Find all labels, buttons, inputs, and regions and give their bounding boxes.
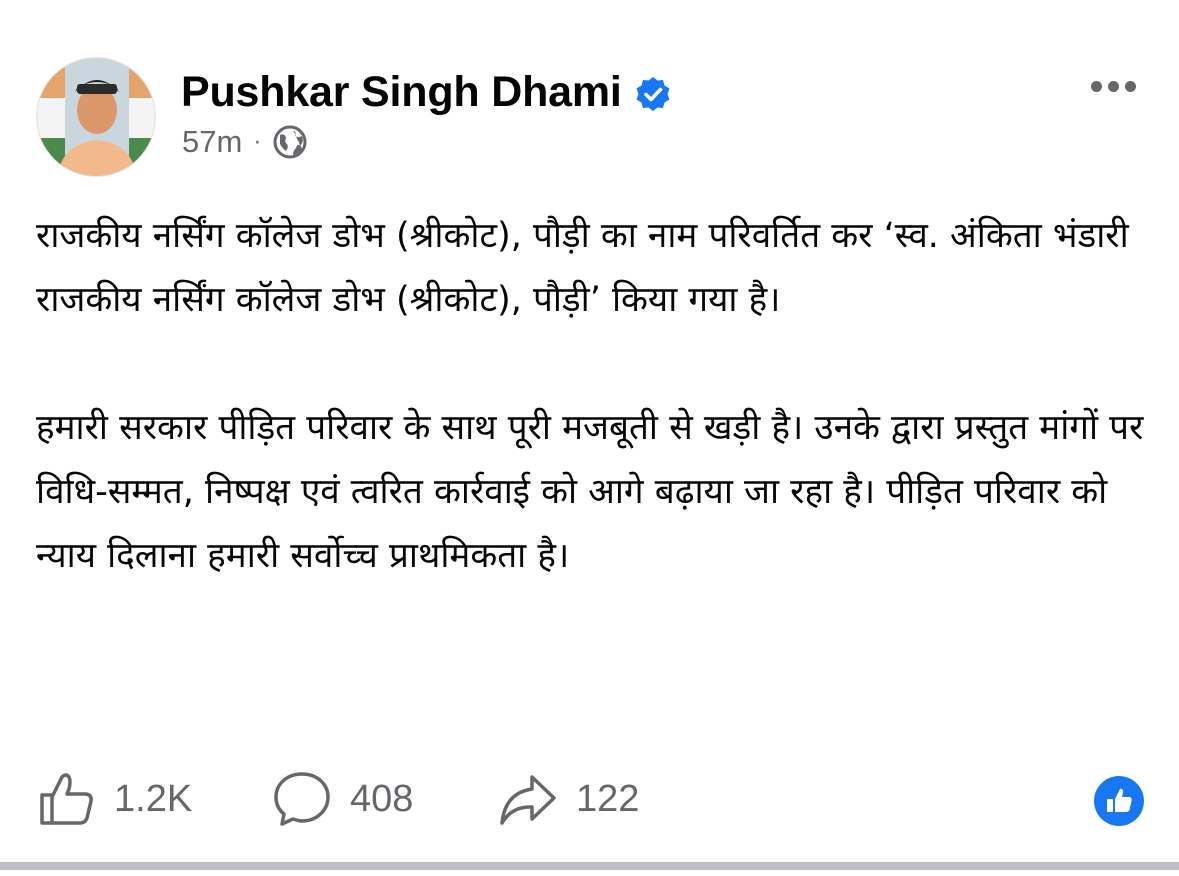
comment-count: 408 [350, 777, 414, 820]
meta-separator: · [253, 128, 262, 155]
like-count: 1.2K [114, 777, 193, 820]
post-actions: 1.2K 408 122 [36, 768, 698, 830]
share-button[interactable]: 122 [498, 768, 698, 830]
profile-photo [37, 58, 155, 176]
timestamp[interactable]: 57m [182, 124, 242, 160]
like-button[interactable]: 1.2K [36, 768, 272, 830]
globe-icon[interactable] [272, 124, 308, 160]
thumbs-up-icon [36, 769, 96, 829]
more-dot-icon [1090, 80, 1102, 92]
facebook-post: Pushkar Singh Dhami 57m · राजकीय नर्सिंग… [0, 0, 1179, 876]
author-name-text: Pushkar Singh Dhami [181, 68, 622, 116]
avatar[interactable] [36, 57, 156, 177]
more-dot-icon [1124, 80, 1136, 92]
more-dot-icon [1107, 80, 1119, 92]
post-text: राजकीय नर्सिंग कॉलेज डोभ (श्रीकोट), पौड़… [36, 204, 1146, 588]
post-meta: 57m · [182, 124, 308, 160]
author-name[interactable]: Pushkar Singh Dhami [181, 66, 672, 118]
like-reaction-icon[interactable] [1094, 776, 1144, 826]
share-arrow-icon [498, 769, 558, 829]
comment-bubble-icon [272, 769, 332, 829]
more-options-button[interactable] [1085, 66, 1141, 106]
post-divider [0, 862, 1179, 870]
post-paragraph: हमारी सरकार पीड़ित परिवार के साथ पूरी मज… [36, 408, 1144, 576]
comment-button[interactable]: 408 [272, 768, 498, 830]
post-paragraph: राजकीय नर्सिंग कॉलेज डोभ (श्रीकोट), पौड़… [36, 216, 1129, 320]
share-count: 122 [576, 777, 640, 820]
verified-badge-icon [634, 73, 672, 111]
